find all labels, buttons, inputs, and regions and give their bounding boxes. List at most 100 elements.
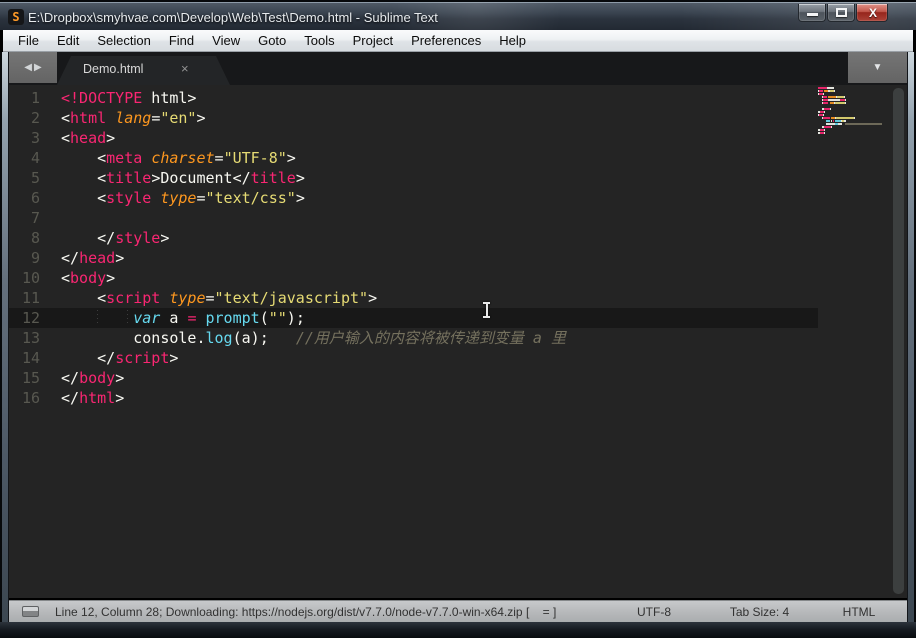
line-number: 13 xyxy=(21,329,40,347)
code-text: </html> xyxy=(61,389,125,407)
code-text: </body> xyxy=(61,369,125,387)
minimap-line xyxy=(818,129,900,131)
line-number: 2 xyxy=(30,109,40,127)
code-text: <meta charset="UTF-8"> xyxy=(97,149,296,167)
minimap-line xyxy=(818,90,900,92)
menu-item-file[interactable]: File xyxy=(9,31,48,50)
line-number: 11 xyxy=(21,289,40,307)
menu-item-tools[interactable]: Tools xyxy=(295,31,343,50)
line-number: 6 xyxy=(30,189,40,207)
tab-scroll-buttons: ◀ ▶ xyxy=(9,52,57,83)
line-number: 7 xyxy=(30,209,40,227)
code-line[interactable]: 9 </head> xyxy=(9,248,566,268)
code-line[interactable]: 10 <body> xyxy=(9,268,566,288)
vertical-scrollbar-thumb[interactable] xyxy=(893,88,904,594)
menu-item-view[interactable]: View xyxy=(203,31,249,50)
code-text: <style type="text/css"> xyxy=(97,189,305,207)
code-line[interactable]: 1 <!DOCTYPE html> xyxy=(9,88,566,108)
code-editor[interactable]: 1 <!DOCTYPE html> 2 <html lang="en"> 3 <head>… xyxy=(9,85,907,598)
status-message: Line 12, Column 28; Downloading: https:/… xyxy=(55,605,557,619)
line-number: 15 xyxy=(21,369,40,387)
line-number: 14 xyxy=(21,349,40,367)
code-line[interactable]: 3 <head> xyxy=(9,128,566,148)
code-line[interactable]: 4 <meta charset="UTF-8"> xyxy=(9,148,566,168)
code-text: console.log(a); //用户输入的内容将被传递到变量 a 里 xyxy=(133,329,566,347)
code-text: <title>Document</title> xyxy=(97,169,305,187)
code-text: <!DOCTYPE html> xyxy=(61,89,197,107)
minimap-line xyxy=(818,93,900,95)
tab-bar: ◀ ▶ Demo.html × ▼ xyxy=(9,52,907,85)
code-text: </head> xyxy=(61,249,125,267)
code-line[interactable]: 8 </style> xyxy=(9,228,566,248)
code-line[interactable]: 6 <style type="text/css"> xyxy=(9,188,566,208)
line-number: 5 xyxy=(30,169,40,187)
code-line[interactable]: 15 </body> xyxy=(9,368,566,388)
line-number: 3 xyxy=(30,129,40,147)
close-icon: X xyxy=(868,6,877,20)
menu-item-find[interactable]: Find xyxy=(160,31,203,50)
menu-item-help[interactable]: Help xyxy=(490,31,535,50)
code-text: </script> xyxy=(97,349,179,367)
sublime-logo-icon: S xyxy=(8,9,24,25)
sublime-text-window: S E:\Dropbox\smyhvae.com\Develop\Web\Tes… xyxy=(0,0,916,638)
code-text: var a = prompt(""); xyxy=(133,309,305,327)
menu-item-goto[interactable]: Goto xyxy=(249,31,295,50)
window-border-bottom xyxy=(0,622,916,638)
tab-scroll-left-icon[interactable]: ◀ xyxy=(24,52,32,83)
tab-overflow-area: ▼ xyxy=(848,52,907,83)
minimap-line xyxy=(818,96,900,98)
window-title: E:\Dropbox\smyhvae.com\Develop\Web\Test\… xyxy=(28,10,438,25)
maximize-icon xyxy=(836,8,847,17)
line-number: 16 xyxy=(21,389,40,407)
close-button[interactable]: X xyxy=(856,4,888,22)
status-encoding[interactable]: UTF-8 xyxy=(609,601,699,623)
code-line[interactable]: 5 <title>Document</title> xyxy=(9,168,566,188)
tab-scroll-right-icon[interactable]: ▶ xyxy=(34,52,42,83)
minimap-line xyxy=(818,132,900,134)
line-number: 4 xyxy=(30,149,40,167)
minimap-line xyxy=(818,117,900,119)
minimap-line xyxy=(818,123,900,125)
line-number: 10 xyxy=(21,269,40,287)
tab-list-dropdown-icon[interactable]: ▼ xyxy=(873,62,883,73)
minimap-line xyxy=(818,114,900,116)
title-bar[interactable]: S E:\Dropbox\smyhvae.com\Develop\Web\Tes… xyxy=(0,0,916,30)
minimap[interactable] xyxy=(818,87,900,135)
minimize-button[interactable] xyxy=(798,4,826,22)
code-line[interactable]: 16 </html> xyxy=(9,388,566,408)
line-number: 12 xyxy=(21,309,40,327)
code-line[interactable]: 2 <html lang="en"> xyxy=(9,108,566,128)
menu-item-selection[interactable]: Selection xyxy=(88,31,159,50)
tab-label: Demo.html xyxy=(83,62,144,76)
minimap-line xyxy=(818,120,900,122)
minimap-line xyxy=(818,108,900,110)
code-line[interactable]: 13 console.log(a); //用户输入的内容将被传递到变量 a 里 xyxy=(9,328,566,348)
code-lines: 1 <!DOCTYPE html> 2 <html lang="en"> 3 <head>… xyxy=(9,88,566,408)
minimap-line xyxy=(818,102,900,104)
tab-close-icon[interactable]: × xyxy=(181,61,189,76)
status-tab-size[interactable]: Tab Size: 4 xyxy=(702,601,817,623)
menu-bar: File Edit Selection Find View Goto Tools… xyxy=(3,30,913,52)
line-number: 1 xyxy=(30,89,40,107)
code-text: <head> xyxy=(61,129,116,147)
code-text: <body> xyxy=(61,269,116,287)
minimap-line xyxy=(818,105,900,107)
code-line[interactable]: 7 xyxy=(9,208,566,228)
line-number: 8 xyxy=(30,229,40,247)
code-text: <script type="text/javascript"> xyxy=(97,289,378,307)
maximize-button[interactable] xyxy=(827,4,855,22)
code-line[interactable]: 14 </script> xyxy=(9,348,566,368)
minimap-line xyxy=(818,99,900,101)
tab-demo-html[interactable]: Demo.html × xyxy=(57,56,230,85)
code-text: <html lang="en"> xyxy=(61,109,206,127)
console-panel-icon[interactable] xyxy=(22,606,39,617)
code-text: </style> xyxy=(97,229,170,247)
mouse-ibeam-cursor-icon xyxy=(482,302,491,318)
status-bar: Line 12, Column 28; Downloading: https:/… xyxy=(9,600,907,622)
minimap-line xyxy=(818,87,900,89)
menu-item-preferences[interactable]: Preferences xyxy=(402,31,490,50)
menu-item-edit[interactable]: Edit xyxy=(48,31,88,50)
line-number: 9 xyxy=(30,249,40,267)
menu-item-project[interactable]: Project xyxy=(344,31,402,50)
status-syntax[interactable]: HTML xyxy=(814,601,904,623)
